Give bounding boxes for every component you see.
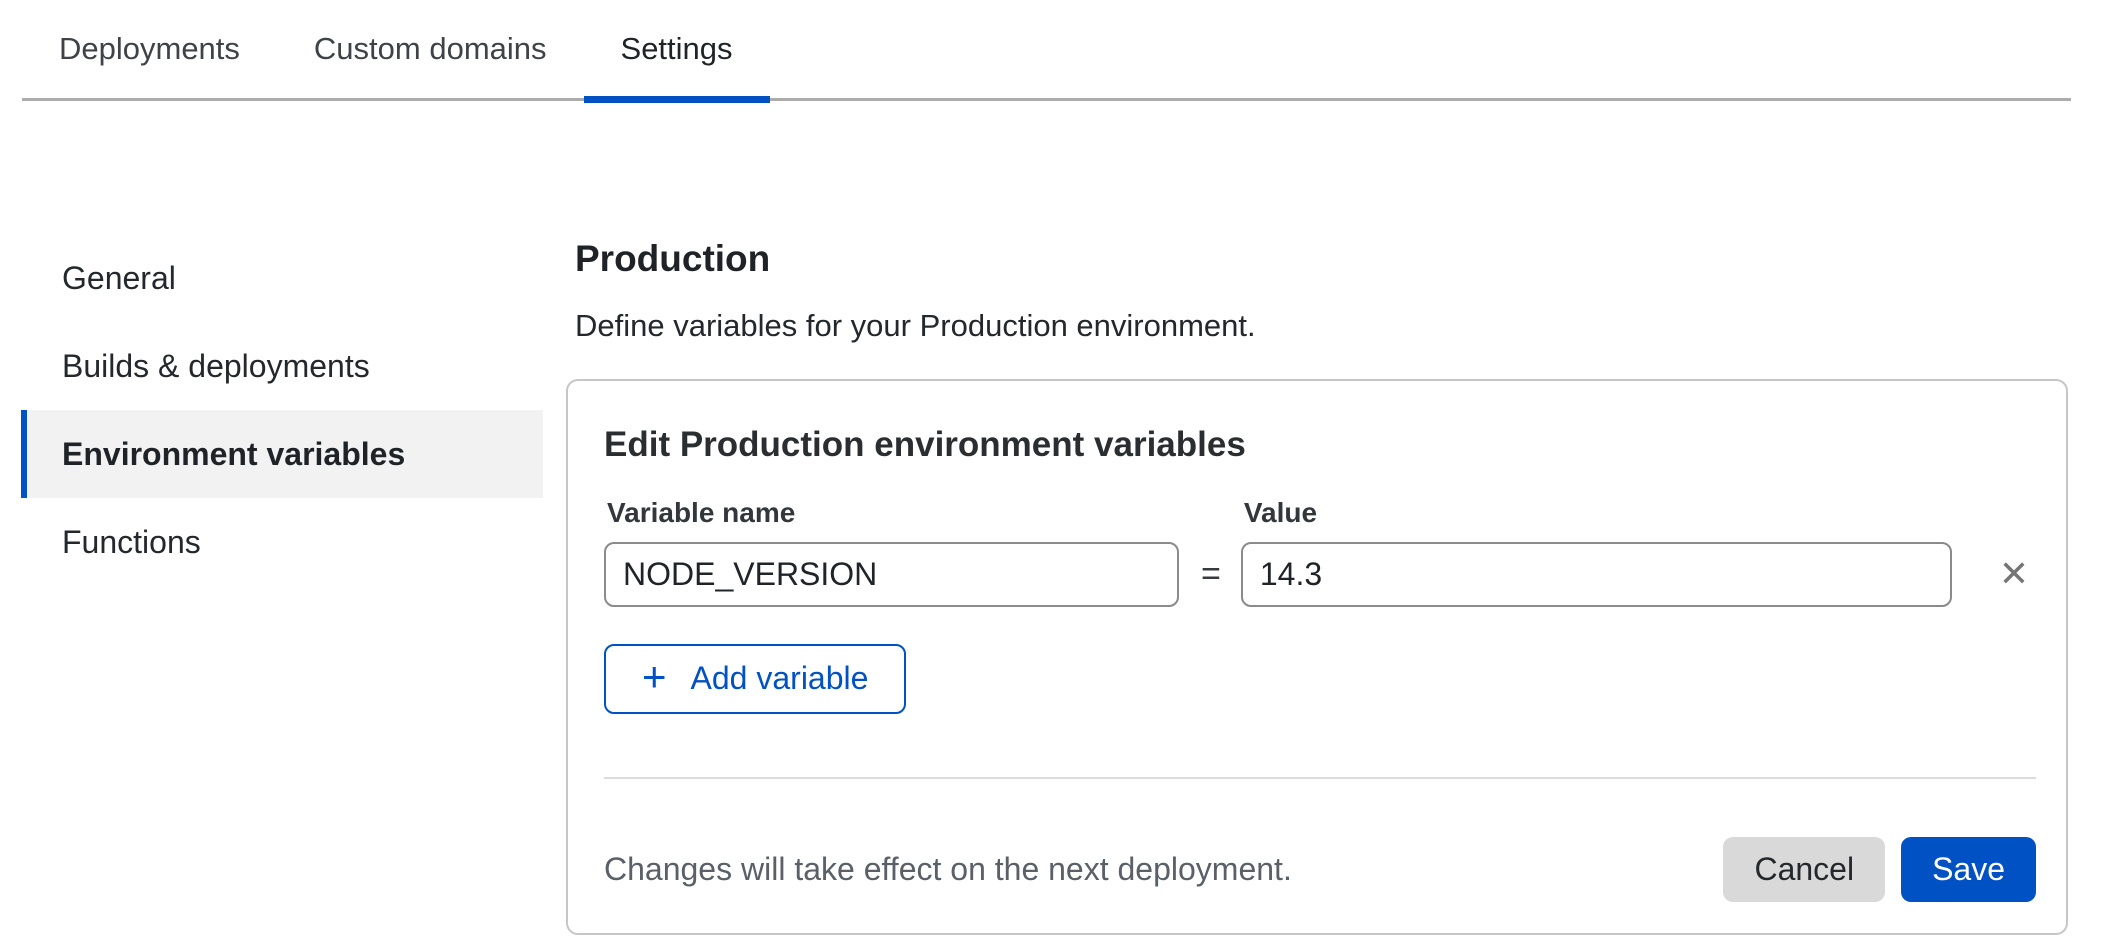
tab-label: Custom domains	[314, 31, 547, 67]
variable-name-input[interactable]	[604, 542, 1179, 607]
settings-page: General Builds & deployments Environment…	[0, 101, 2121, 948]
tab-bar: Deployments Custom domains Settings	[22, 0, 2071, 101]
card-heading: Edit Production environment variables	[604, 425, 2036, 465]
tab-label: Deployments	[59, 31, 240, 67]
tab-deployments[interactable]: Deployments	[22, 0, 277, 98]
page-title: Production	[575, 237, 2068, 281]
settings-sidebar: General Builds & deployments Environment…	[0, 234, 566, 586]
sidebar-item-label: General	[62, 260, 176, 297]
sidebar-item-general[interactable]: General	[21, 234, 543, 322]
equals-sign: =	[1201, 542, 1221, 607]
sidebar-item-label: Builds & deployments	[62, 348, 370, 385]
sidebar-item-functions[interactable]: Functions	[21, 498, 543, 586]
variable-value-input[interactable]	[1241, 542, 1952, 607]
value-label: Value	[1244, 498, 1952, 529]
tab-custom-domains[interactable]: Custom domains	[277, 0, 584, 98]
environment-variables-card: Edit Production environment variables Va…	[566, 379, 2068, 935]
tab-label: Settings	[621, 31, 733, 67]
sidebar-item-label: Environment variables	[62, 436, 405, 473]
card-footer: Changes will take effect on the next dep…	[604, 837, 2036, 902]
main-panel: Production Define variables for your Pro…	[566, 101, 2068, 935]
cancel-button[interactable]: Cancel	[1723, 837, 1885, 902]
variable-row: Variable name = Value ✕	[604, 498, 2036, 607]
save-button[interactable]: Save	[1901, 837, 2036, 902]
sidebar-item-builds-deployments[interactable]: Builds & deployments	[21, 322, 543, 410]
add-variable-label: Add variable	[691, 660, 869, 697]
footer-note: Changes will take effect on the next dep…	[604, 851, 1292, 888]
remove-variable-button[interactable]: ✕	[1992, 542, 2036, 607]
close-icon: ✕	[1999, 553, 2029, 595]
page-subtitle: Define variables for your Production env…	[575, 307, 2068, 344]
plus-icon: +	[642, 656, 667, 698]
variable-name-field: Variable name	[604, 498, 1179, 607]
variable-value-field: Value	[1241, 498, 1952, 607]
add-variable-button[interactable]: + Add variable	[604, 644, 906, 714]
card-divider	[604, 777, 2036, 779]
tab-settings[interactable]: Settings	[584, 0, 770, 98]
sidebar-item-environment-variables[interactable]: Environment variables	[21, 410, 543, 498]
sidebar-item-label: Functions	[62, 524, 201, 561]
variable-name-label: Variable name	[607, 498, 1179, 529]
footer-actions: Cancel Save	[1723, 837, 2036, 902]
